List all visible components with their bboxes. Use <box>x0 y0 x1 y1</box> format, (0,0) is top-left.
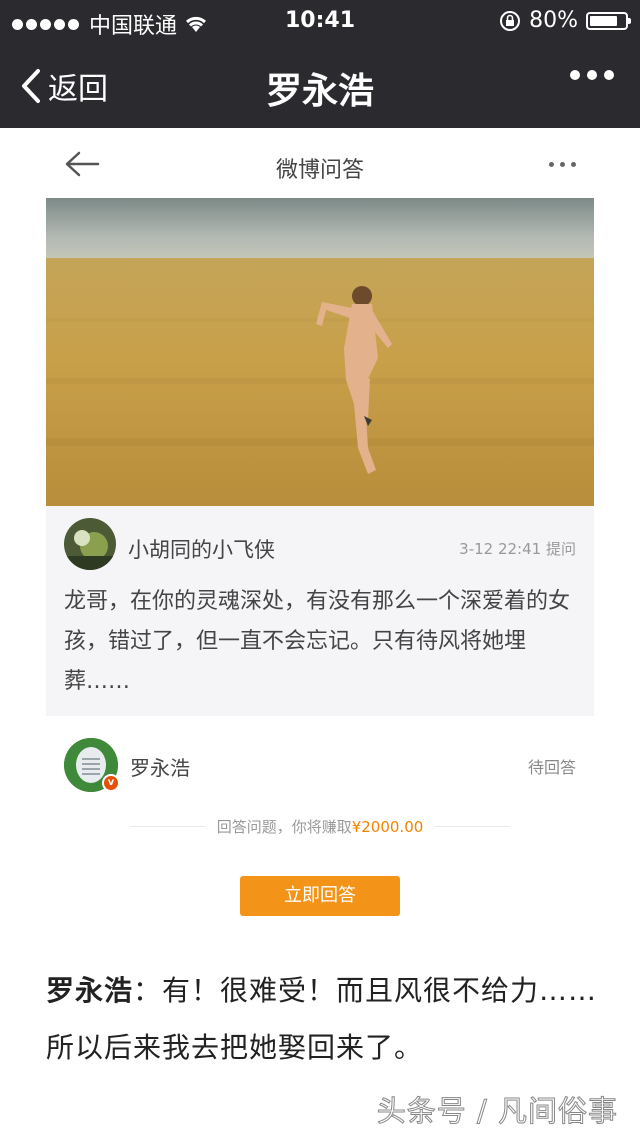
back-button[interactable]: 返回 <box>20 64 108 108</box>
asker-avatar-image <box>64 518 116 570</box>
more-dot-icon <box>560 162 565 167</box>
arrow-left-icon[interactable] <box>64 150 100 178</box>
question-date: 3-12 22:41 <box>459 540 542 558</box>
verified-badge-icon: v <box>102 774 120 792</box>
more-dot-icon <box>604 70 614 80</box>
chevron-left-icon <box>22 69 40 103</box>
battery-group: 80% <box>499 8 631 33</box>
answer-status: 待回答 <box>527 758 576 777</box>
reward-prefix: 回答问题，你将赚取 <box>216 818 352 836</box>
caption-speaker: 罗永浩 <box>46 974 134 1007</box>
orientation-lock-icon <box>500 10 521 31</box>
question-meta: 3-12 22:41 提问 <box>459 538 576 559</box>
question-text: 龙哥，在你的灵魂深处，有没有那么一个深爱着的女孩，错过了，但一直不会忘记。只有待… <box>64 589 571 694</box>
question-photo <box>46 198 594 506</box>
divider <box>130 826 205 827</box>
more-dot-icon <box>587 70 597 80</box>
back-label: 返回 <box>48 72 108 107</box>
nav-bar: 返回 罗永浩 <box>0 40 640 128</box>
caption: 罗永浩：有！很难受！而且风很不给力……所以后来我去把她娶回来了。 <box>46 962 606 1076</box>
weibo-header: 微博问答 <box>0 128 640 200</box>
asker-username[interactable]: 小胡同的小飞侠 <box>128 534 275 564</box>
watermark: 头条号 / 凡间俗事 <box>376 1094 618 1129</box>
status-bar: 中国联通 10:41 80% <box>0 0 640 40</box>
caption-separator: ： <box>133 974 163 1007</box>
reward-text: 回答问题，你将赚取¥2000.00 <box>217 816 424 837</box>
more-dot-icon <box>571 162 576 167</box>
battery-percent: 80% <box>529 8 578 33</box>
answer-now-button[interactable]: 立即回答 <box>240 876 400 916</box>
more-dot-icon <box>549 162 554 167</box>
reward-info: 回答问题，你将赚取¥2000.00 <box>130 816 510 837</box>
weibo-more-button[interactable] <box>549 162 576 167</box>
more-button[interactable] <box>570 70 614 80</box>
grassland-image <box>46 198 594 506</box>
reward-amount: ¥2000.00 <box>351 818 424 836</box>
battery-fill <box>590 15 618 26</box>
asker-avatar[interactable] <box>64 518 116 570</box>
battery-icon <box>586 11 631 30</box>
answerer-username[interactable]: 罗永浩 <box>130 752 190 781</box>
question-card: 小胡同的小飞侠 3-12 22:41 提问 龙哥，在你的灵魂深处，有没有那么一个… <box>46 506 594 716</box>
divider <box>435 826 510 827</box>
answer-card: v 罗永浩 待回答 回答问题，你将赚取¥2000.00 立即回答 <box>46 716 594 942</box>
question-action: 提问 <box>545 540 576 558</box>
more-dot-icon <box>570 70 580 80</box>
